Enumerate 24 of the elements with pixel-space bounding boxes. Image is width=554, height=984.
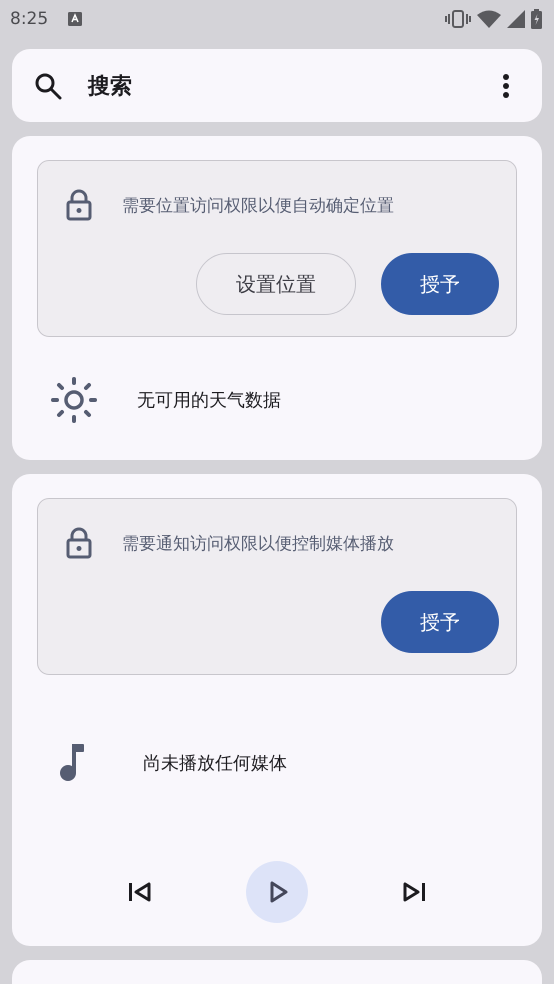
play-icon xyxy=(270,881,288,903)
music-note-icon xyxy=(59,744,85,782)
permission-message: 需要位置访问权限以便自动确定位置 xyxy=(122,194,394,216)
permission-message: 需要通知访问权限以便控制媒体播放 xyxy=(122,532,394,554)
status-time: 8:25 xyxy=(10,9,48,29)
search-label: 搜索 xyxy=(88,72,132,100)
wifi-icon xyxy=(477,10,501,28)
lock-icon xyxy=(66,527,92,559)
more-options-icon[interactable] xyxy=(502,74,510,98)
vibrate-icon xyxy=(445,10,471,28)
lock-icon xyxy=(66,189,92,221)
status-message: 尚未播放任何媒体 xyxy=(143,752,287,775)
set-location-button[interactable]: 设置位置 xyxy=(196,253,356,315)
grant-button[interactable]: 授予 xyxy=(381,253,499,315)
skip-next-icon[interactable] xyxy=(403,882,426,902)
skip-previous-icon[interactable] xyxy=(128,882,151,902)
sun-icon xyxy=(51,377,97,423)
signal-icon xyxy=(507,10,525,28)
battery-icon xyxy=(531,9,542,29)
search-bar[interactable]: 搜索 xyxy=(12,49,542,122)
status-message: 无可用的天气数据 xyxy=(137,389,281,412)
grant-button[interactable]: 授予 xyxy=(381,591,499,653)
keyboard-icon xyxy=(68,12,82,26)
search-icon xyxy=(34,72,62,100)
